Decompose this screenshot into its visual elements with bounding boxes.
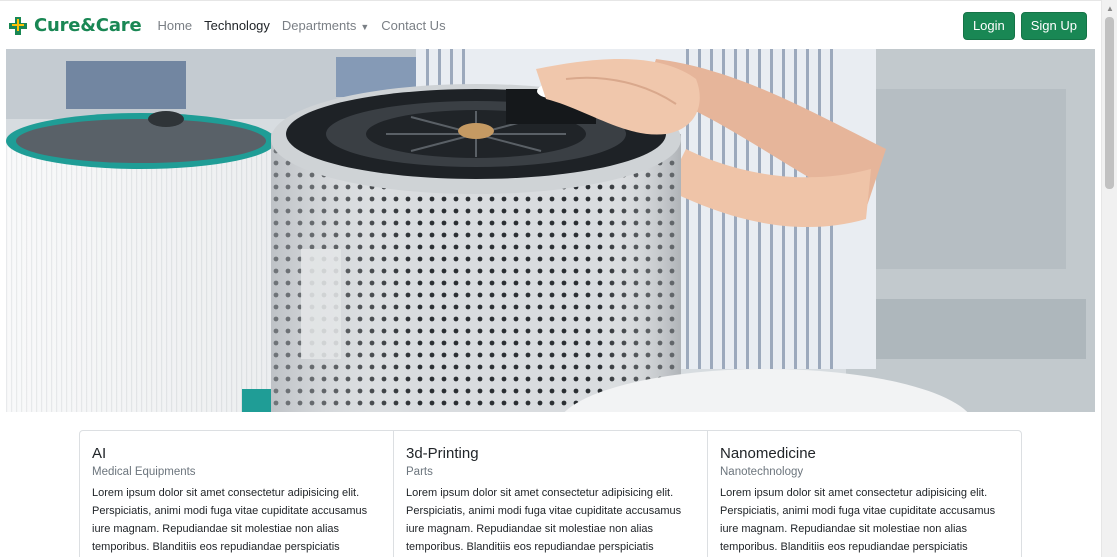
card-title: Nanomedicine [720,445,816,462]
card-group: AI Medical Equipments Lorem ipsum dolor … [79,430,1022,557]
navbar: Cure&Care Home Technology Departments ▼ C… [0,0,1101,50]
card-text: Lorem ipsum dolor sit amet consectetur a… [406,487,682,553]
hero-image [6,49,1095,412]
card-3d-printing: 3d-Printing Parts Lorem ipsum dolor sit … [394,431,708,557]
scrollbar-thumb[interactable] [1105,17,1114,189]
medical-cross-icon [9,16,27,35]
scroll-up-icon[interactable]: ▲ [1102,0,1117,16]
nav-link-technology[interactable]: Technology [204,18,270,33]
nav-actions: Login Sign Up [962,11,1087,40]
brand-name: Cure&Care [34,15,142,36]
card-subtitle: Medical Equipments [92,466,196,478]
brand-link[interactable]: Cure&Care [8,15,142,36]
card-text: Lorem ipsum dolor sit amet consectetur a… [92,487,368,553]
card-text: Lorem ipsum dolor sit amet consectetur a… [720,487,996,553]
caret-down-icon: ▼ [360,22,370,32]
signup-button[interactable]: Sign Up [1020,11,1087,40]
nav-link-departments-label: Departments [281,18,357,33]
page: Cure&Care Home Technology Departments ▼ C… [0,0,1117,557]
card-title: 3d-Printing [406,445,479,462]
nav-link-contact[interactable]: Contact Us [381,18,445,33]
nav-link-home[interactable]: Home [157,18,192,33]
vertical-scrollbar[interactable]: ▲ [1101,0,1117,557]
card-ai: AI Medical Equipments Lorem ipsum dolor … [80,431,394,557]
card-nanomedicine: Nanomedicine Nanotechnology Lorem ipsum … [708,431,1021,557]
card-subtitle: Nanotechnology [720,466,804,478]
air-purifier-photo [6,49,1095,412]
card-subtitle: Parts [406,466,433,478]
card-title: AI [92,445,107,462]
login-button[interactable]: Login [962,11,1015,40]
nav-link-departments[interactable]: Departments ▼ [282,18,369,33]
nav-links: Home Technology Departments ▼ Contact Us [157,18,445,33]
